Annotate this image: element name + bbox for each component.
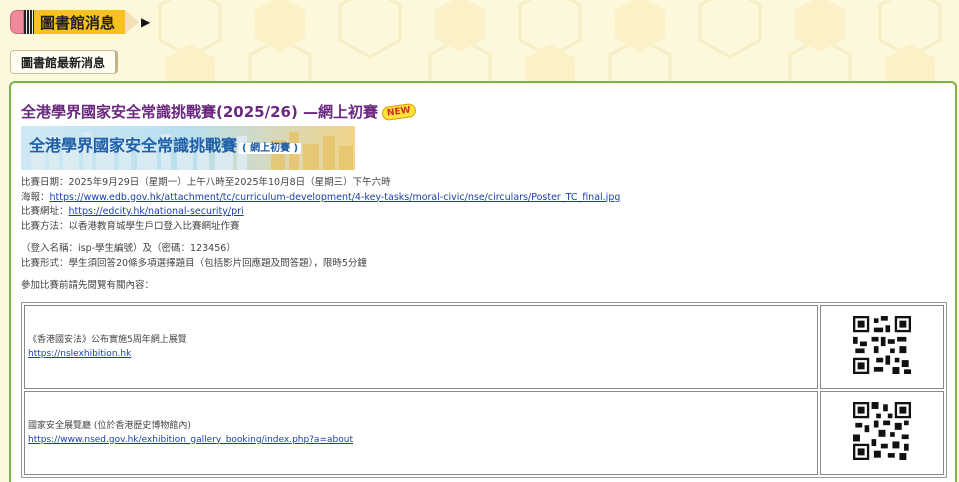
qr-code-icon[interactable] [853,401,911,460]
qr-code-icon[interactable] [853,315,911,374]
resource-cell: 《香港國安法》公布實施5周年網上展覽 https://nslexhibition… [24,304,818,389]
resource-link[interactable]: https://www.nsed.gov.hk/exhibition_galle… [28,435,353,445]
new-badge-icon: NEW [381,102,417,121]
poster-link[interactable]: https://www.edb.gov.hk/attachment/tc/cur… [50,192,621,203]
banner-title: 全港學界國家安全常識挑戰賽( 網上初賽 ) [29,132,302,156]
page-header-pencil: 圖書館消息 ▶ [10,8,150,36]
resource-cell: 國家安全展覽廳 (位於香港歷史博物館內) https://www.nsed.go… [24,390,818,475]
competition-format: 比賽形式：學生須回答20條多項選擇題目（包括影片回應題及問答題），限時5分鐘 [21,257,367,269]
qr-cell [820,304,944,389]
resource-title: 《香港國安法》公布實施5周年網上展覽 [28,334,187,345]
competition-date: 比賽日期：2025年9月29日（星期一）上午八時至2025年10月8日（星期三）… [21,177,391,188]
poster-label: 海報： [21,191,50,203]
site-label: 比賽網址： [21,206,69,217]
qr-cell [820,390,944,475]
competition-method: 比賽方法：以香港教育城學生戶口登入比賽網址作賽 [21,220,240,232]
page-title: 圖書館消息 [34,10,126,34]
resource-link[interactable]: https://nslexhibition.hk [28,349,131,359]
play-arrow-icon: ▶ [141,15,151,29]
resource-title: 國家安全展覽廳 (位於香港歷史博物館內) [28,420,191,431]
competition-site-link[interactable]: https://edcity.hk/national-security/pri [69,206,244,217]
resource-table: 《香港國安法》公布實施5周年網上展覽 https://nslexhibition… [21,301,947,478]
pencil-eraser-decoration [10,10,24,34]
article-title[interactable]: 全港學界國家安全常識挑戰賽(2025/26) —網上初賽 [21,101,378,122]
pencil-tip-decoration [125,10,140,34]
article-title-row: 全港學界國家安全常識挑戰賽(2025/26) —網上初賽 NEW [21,101,945,122]
banner-subtitle: ( 網上初賽 ) [239,143,302,154]
news-card: 全港學界國家安全常識挑戰賽(2025/26) —網上初賽 NEW 全港學界國家安… [9,81,957,482]
competition-banner-image: 全港學界國家安全常識挑戰賽( 網上初賽 ) [21,126,355,170]
browse-instruction: 參加比賽前請先閱覽有關內容： [21,280,155,291]
table-row: 國家安全展覽廳 (位於香港歷史博物館內) https://www.nsed.go… [24,390,944,475]
table-row: 《香港國安法》公布實施5周年網上展覽 https://nslexhibition… [24,304,944,389]
article-body: 比賽日期：2025年9月29日（星期一）上午八時至2025年10月8日（星期三）… [21,176,945,294]
tab-latest-news[interactable]: 圖書館最新消息 [10,50,119,74]
poster-line: 海報：https://www.edb.gov.hk/attachment/tc/… [21,191,945,206]
site-line: 比賽網址：https://edcity.hk/national-security… [21,205,945,220]
pencil-band-decoration [24,10,34,34]
login-credentials: （登入名稱：isp-學生編號）及（密碼：123456） [21,243,236,254]
